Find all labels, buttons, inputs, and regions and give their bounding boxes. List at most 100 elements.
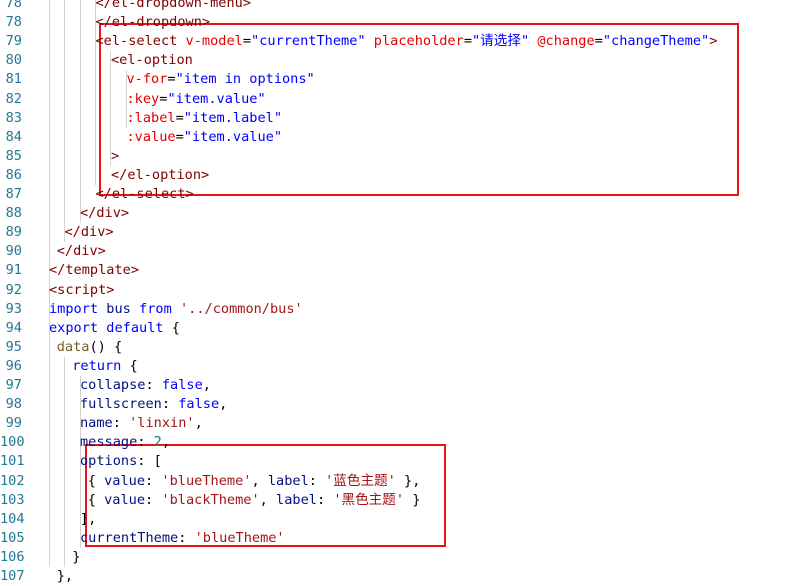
code-token: } (404, 491, 421, 508)
code-token: fullscreen (80, 396, 162, 413)
code-token: }, (56, 568, 74, 584)
code-text: > (111, 147, 119, 166)
code-text: :key="item.value" (127, 90, 266, 109)
code-line[interactable]: 81 v-for="item in options" (0, 70, 805, 89)
code-line[interactable]: 94 export default { (0, 319, 805, 338)
code-line[interactable]: 99 name: 'linxin', (0, 414, 805, 433)
code-token: '../common/bus' (171, 300, 303, 317)
code-token: export (49, 319, 99, 336)
code-token: = (175, 109, 184, 126)
code-token: , (161, 434, 171, 451)
code-token: : (178, 529, 195, 546)
code-token: : (145, 472, 162, 489)
code-editor[interactable]: 78 </el-dropdown-menu> 78 </el-dropdown> 79 <… (0, 0, 805, 584)
code-line[interactable]: 88 </div> (0, 204, 805, 223)
code-text: data() { (57, 338, 123, 357)
code-text: }, (57, 567, 73, 586)
line-number: 81 (5, 71, 22, 88)
code-token: : (145, 377, 162, 393)
code-token: currentTheme (80, 529, 179, 546)
code-text: v-for="item in options" (127, 70, 315, 89)
code-token: collapse (80, 377, 146, 393)
code-line[interactable]: 87 </el-select> (0, 185, 805, 204)
code-line[interactable]: 104], (0, 510, 805, 529)
code-token: name (80, 415, 113, 432)
code-token: : [ (137, 453, 162, 470)
code-token: label (276, 491, 317, 508)
code-line[interactable]: 78 </el-dropdown> (0, 13, 805, 32)
code-token: : (145, 491, 162, 508)
code-token: value (104, 491, 146, 508)
code-text: message: 2, (80, 433, 170, 452)
code-line[interactable]: 82 :key="item.value" (0, 90, 805, 109)
code-line[interactable]: 84:value="item.value" (0, 128, 805, 147)
code-token: { (87, 491, 105, 508)
code-token: "changeTheme" (602, 33, 710, 50)
code-line[interactable]: 106} (0, 548, 805, 567)
code-text: { value: 'blackTheme', label: '黑色主题' } (88, 491, 421, 510)
line-number: 89 (5, 224, 22, 241)
code-token: { (163, 319, 180, 336)
line-number: 99 (5, 415, 22, 432)
code-token: "item.value" (183, 128, 283, 145)
code-line[interactable]: 91 </template> (0, 261, 805, 280)
code-token: 'linxin' (129, 415, 195, 432)
line-number: 90 (5, 243, 22, 260)
code-text: <script> (49, 281, 114, 300)
code-line[interactable]: 103 { value: 'blackTheme', label: '黑色主题' … (0, 491, 805, 510)
line-number: 82 (5, 90, 22, 107)
code-line[interactable]: 78 </el-dropdown-menu> (0, 0, 805, 13)
code-token: : (161, 396, 179, 413)
code-line[interactable]: 95 data() { (0, 338, 805, 357)
line-number: 80 (5, 52, 22, 69)
code-token: message (80, 434, 138, 451)
code-line[interactable]: 98 fullscreen: false, (0, 395, 805, 414)
code-line[interactable]: 93 import bus from '../common/bus' (0, 300, 805, 319)
code-text: } (72, 548, 80, 567)
code-line[interactable]: 105 currentTheme: 'blueTheme' (0, 529, 805, 548)
code-line[interactable]: 101 options: [ (0, 452, 805, 471)
code-token: '黑色主题' (333, 491, 405, 508)
code-token: v-for (126, 71, 168, 88)
code-line[interactable]: 97 collapse: false, (0, 376, 805, 395)
code-line[interactable]: 89 </div> (0, 223, 805, 242)
code-line[interactable]: 107}, (0, 567, 805, 586)
code-token: data (56, 338, 90, 355)
code-token: { (87, 472, 105, 489)
code-token: > (111, 147, 120, 164)
code-line[interactable]: 85 > (0, 147, 805, 166)
code-text: <el-select v-model="currentTheme" placeh… (96, 32, 718, 51)
code-token: false (161, 377, 203, 393)
code-line[interactable]: 102 { value: 'blueTheme', label: '蓝色主题' }… (0, 472, 805, 491)
code-text: ], (80, 510, 96, 529)
code-token: default (106, 319, 164, 336)
code-token: }, (395, 472, 421, 489)
code-line[interactable]: 92 <script> (0, 281, 805, 300)
code-token: () { (89, 338, 123, 355)
code-line[interactable]: 100 message: 2, (0, 433, 805, 452)
line-number: 107 (0, 568, 25, 584)
line-number: 96 (5, 357, 22, 374)
code-token: , (259, 491, 277, 508)
code-token: "item.value" (167, 90, 266, 107)
code-line[interactable]: 90 </div> (0, 242, 805, 261)
code-token: = (242, 33, 252, 50)
code-line[interactable]: 86 </el-option> (0, 166, 805, 185)
code-token: "currentTheme" (251, 33, 366, 50)
code-text: { value: 'blueTheme', label: '蓝色主题' }, (88, 472, 421, 491)
code-text: fullscreen: false, (80, 395, 227, 414)
code-token: = (594, 33, 603, 50)
line-number: 88 (5, 205, 22, 222)
line-number: 91 (5, 262, 22, 279)
code-token: </el-option> (111, 166, 210, 183)
code-text: name: 'linxin', (80, 414, 203, 433)
code-line[interactable]: 79 <el-select v-model="currentTheme" plac… (0, 32, 805, 51)
code-line[interactable]: 80 <el-option (0, 51, 805, 70)
code-token: = (167, 71, 176, 88)
code-token: = (463, 33, 472, 50)
code-token: '蓝色主题' (325, 472, 396, 489)
code-line[interactable]: 83:label="item.label" (0, 109, 805, 128)
code-token: return (72, 357, 122, 374)
code-line[interactable]: 96 return { (0, 357, 805, 376)
code-token: : (316, 491, 334, 508)
